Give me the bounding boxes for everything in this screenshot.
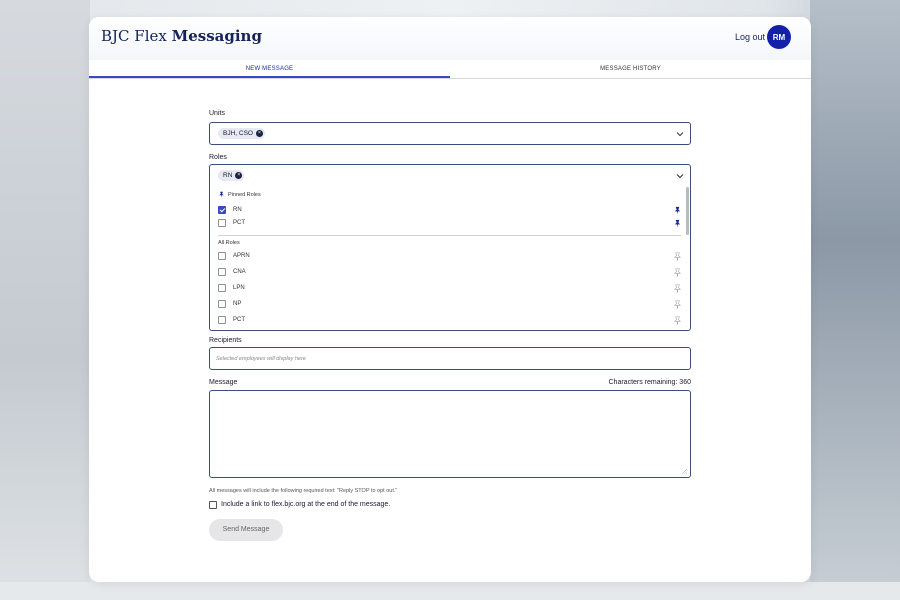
role-chip-remove-icon[interactable]: ×: [235, 172, 243, 179]
brand-bold: Messaging: [171, 27, 262, 45]
list-item[interactable]: APRN: [218, 252, 682, 262]
message-textarea[interactable]: [209, 390, 691, 478]
pin-icon[interactable]: [673, 219, 682, 228]
role-option-label: CNA: [233, 269, 246, 275]
list-item[interactable]: PCT: [218, 219, 682, 229]
brand-logo: BJC Flex Messaging: [101, 27, 262, 45]
pinned-roles-title: Pinned Roles: [228, 192, 261, 198]
role-option-label: LPN: [233, 285, 245, 291]
pin-outline-icon[interactable]: [673, 268, 682, 277]
background-left: [0, 0, 90, 600]
role-chip-label: RN: [223, 172, 233, 179]
chevron-down-icon[interactable]: [676, 130, 684, 138]
pin-outline-icon[interactable]: [673, 300, 682, 309]
role-checkbox[interactable]: [218, 206, 226, 214]
divider: [218, 235, 681, 236]
include-link-label[interactable]: Include a link to flex.bjc.org at the en…: [221, 501, 390, 508]
brand-light: BJC Flex: [101, 27, 167, 45]
pin-icon: [219, 191, 224, 198]
units-select[interactable]: BJH, CSO ×: [209, 122, 691, 145]
roles-select[interactable]: RN × Pinned Roles RN PCT All Roles APRN …: [209, 164, 691, 331]
role-option-label: NP: [233, 301, 242, 307]
message-label: Message: [209, 379, 238, 386]
tab-new-message[interactable]: NEW MESSAGE: [89, 60, 450, 78]
role-checkbox[interactable]: [218, 268, 226, 276]
pin-outline-icon[interactable]: [673, 316, 682, 325]
header: BJC Flex Messaging Log out RM: [89, 17, 811, 60]
role-checkbox[interactable]: [218, 219, 226, 227]
resize-handle-icon[interactable]: [682, 469, 687, 474]
include-link-checkbox[interactable]: [209, 501, 217, 509]
units-label: Units: [209, 110, 225, 117]
role-checkbox[interactable]: [218, 284, 226, 292]
recipients-field[interactable]: Selected employees will display here: [209, 347, 691, 370]
recipients-label: Recipients: [209, 337, 242, 344]
role-option-label: PCT: [233, 317, 245, 323]
role-chip: RN ×: [218, 170, 245, 181]
unit-chip: BJH, CSO ×: [218, 128, 265, 139]
list-item[interactable]: RN: [218, 206, 682, 216]
role-checkbox[interactable]: [218, 300, 226, 308]
role-option-label: RN: [233, 207, 242, 213]
role-checkbox[interactable]: [218, 316, 226, 324]
background-bottom: [0, 582, 900, 600]
role-option-label: APRN: [233, 253, 250, 259]
logout-link[interactable]: Log out: [735, 32, 765, 42]
avatar[interactable]: RM: [767, 25, 791, 49]
required-text-note: All messages will include the following …: [209, 488, 398, 494]
all-roles-title: All Roles: [218, 240, 240, 246]
pin-outline-icon[interactable]: [673, 284, 682, 293]
role-option-label: PCT: [233, 220, 245, 226]
recipients-placeholder: Selected employees will display here: [216, 356, 306, 362]
roles-label: Roles: [209, 154, 227, 161]
list-item[interactable]: PCT: [218, 316, 682, 326]
chevron-down-icon[interactable]: [676, 172, 684, 180]
list-item[interactable]: CNA: [218, 268, 682, 278]
tab-message-history[interactable]: MESSAGE HISTORY: [450, 60, 811, 78]
list-item[interactable]: LPN: [218, 284, 682, 294]
pin-outline-icon[interactable]: [673, 252, 682, 261]
unit-chip-label: BJH, CSO: [223, 130, 253, 137]
background-right: [810, 0, 900, 600]
pin-icon[interactable]: [673, 206, 682, 215]
scrollbar-thumb[interactable]: [686, 187, 689, 235]
characters-remaining: Characters remaining: 360: [608, 379, 692, 386]
tab-bar: NEW MESSAGE MESSAGE HISTORY: [89, 60, 811, 79]
app-card: BJC Flex Messaging Log out RM NEW MESSAG…: [89, 17, 811, 582]
unit-chip-remove-icon[interactable]: ×: [255, 130, 263, 137]
role-checkbox[interactable]: [218, 252, 226, 260]
send-message-button[interactable]: Send Message: [209, 519, 283, 541]
list-item[interactable]: NP: [218, 300, 682, 310]
